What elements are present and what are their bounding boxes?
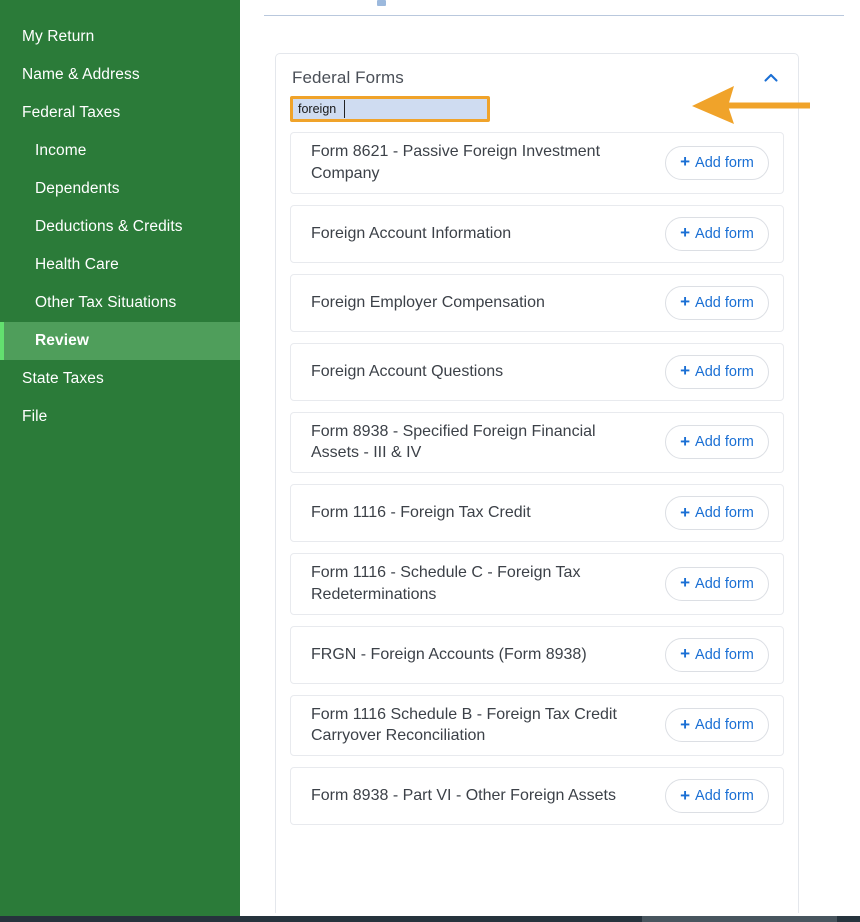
federal-forms-card-header[interactable]: Federal Forms [276, 54, 798, 92]
add-form-button[interactable]: + Add form [665, 145, 769, 180]
form-name: Foreign Account Information [311, 224, 512, 242]
sidebar-item-label: Federal Taxes [22, 104, 121, 121]
search-input[interactable] [290, 96, 490, 122]
form-search-container [290, 96, 782, 122]
add-form-button[interactable]: + Add form [665, 779, 769, 813]
form-name: FRGN - Foreign Accounts (Form 8938) [311, 645, 587, 663]
add-form-button-label: Add form [695, 294, 754, 311]
form-row: Form 1116 - Schedule C - Foreign Tax Red… [290, 553, 784, 615]
sidebar-item-other-tax-situations[interactable]: Other Tax Situations [0, 284, 240, 322]
plus-icon: + [680, 152, 691, 172]
text-caret [344, 100, 345, 118]
sidebar-item-review[interactable]: Review [0, 322, 240, 360]
add-form-button-label: Add form [695, 434, 754, 451]
main-content-area: Federal Forms Form 8621 - Passive Foreig… [240, 0, 860, 916]
add-form-button[interactable]: + Add form [665, 354, 769, 389]
form-row: Form 8621 - Passive Foreign Investment C… [290, 132, 784, 194]
form-row: Form 1116 Schedule B - Foreign Tax Credi… [290, 694, 784, 756]
form-row: FRGN - Foreign Accounts (Form 8938) + Add … [290, 625, 784, 684]
sidebar-item-file[interactable]: File [0, 398, 240, 436]
add-form-button[interactable]: + Add form [665, 216, 769, 251]
plus-icon: + [680, 431, 691, 451]
add-form-button[interactable]: + Add form [665, 637, 769, 672]
sidebar-item-label: Name & Address [22, 66, 140, 83]
add-form-button[interactable]: + Add form [665, 566, 769, 601]
add-form-button[interactable]: + Add form [665, 496, 769, 530]
sidebar-item-federal-taxes[interactable]: Federal Taxes [0, 94, 240, 132]
plus-icon: + [680, 573, 691, 593]
federal-forms-card: Federal Forms Form 8621 - Passive Foreig… [275, 53, 799, 913]
form-name: Foreign Account Questions [311, 362, 504, 380]
add-form-button[interactable]: + Add form [665, 285, 769, 320]
sidebar-item-deductions-credits[interactable]: Deductions & Credits [0, 208, 240, 246]
form-row: Form 8938 - Part VI - Other Foreign Asse… [290, 767, 784, 825]
add-form-button[interactable]: + Add form [665, 425, 769, 460]
page-title: Federal Forms [292, 68, 404, 87]
add-form-button-label: Add form [695, 717, 754, 734]
form-name: Form 1116 - Schedule C - Foreign Tax Red… [311, 564, 581, 603]
sidebar-item-state-taxes[interactable]: State Taxes [0, 360, 240, 398]
plus-icon: + [680, 502, 691, 522]
form-name: Form 8938 - Part VI - Other Foreign Asse… [311, 787, 616, 805]
sidebar-item-label: Health Care [35, 256, 119, 273]
plus-icon: + [680, 361, 691, 380]
add-form-button-label: Add form [695, 225, 754, 242]
form-row: Form 8938 - Specified Foreign Financial … [290, 411, 784, 473]
sidebar-navigation: My Return Name & Address Federal Taxes Inco… [0, 0, 240, 916]
top-divider [264, 15, 844, 16]
plus-icon: + [680, 292, 691, 311]
sidebar-item-label: Other Tax Situations [35, 294, 177, 311]
add-form-button-label: Add form [695, 505, 754, 521]
add-form-button-label: Add form [695, 646, 754, 663]
form-row: Foreign Employer Compensation + Add form [290, 273, 784, 332]
cutoff-top-element [377, 0, 386, 6]
form-name: Form 1116 Schedule B - Foreign Tax Credi… [311, 705, 617, 745]
plus-icon: + [680, 223, 691, 242]
add-form-button-label: Add form [695, 363, 754, 380]
sidebar-item-income[interactable]: Income [0, 132, 240, 170]
tax-software-window: My Return Name & Address Federal Taxes Inco… [0, 0, 860, 922]
plus-icon: + [680, 785, 691, 805]
sidebar-item-label: Dependents [35, 180, 120, 197]
add-form-button-label: Add form [695, 154, 754, 171]
form-name: Form 8938 - Specified Foreign Financial … [311, 422, 596, 462]
plus-icon: + [680, 644, 691, 663]
form-name: Foreign Employer Compensation [311, 293, 545, 311]
sidebar-item-dependents[interactable]: Dependents [0, 170, 240, 208]
add-form-button-label: Add form [695, 575, 754, 592]
sidebar-item-label: Deductions & Credits [35, 218, 183, 235]
form-name: Form 8621 - Passive Foreign Investment C… [311, 143, 601, 182]
chevron-up-icon[interactable] [762, 69, 780, 87]
sidebar-item-label: Income [35, 142, 87, 159]
form-row: Foreign Account Questions + Add form [290, 342, 784, 401]
bottom-status-bar-segment [642, 916, 837, 922]
sidebar-item-health-care[interactable]: Health Care [0, 246, 240, 284]
form-row: Foreign Account Information + Add form [290, 204, 784, 263]
federal-forms-list: Form 8621 - Passive Foreign Investment C… [276, 122, 798, 850]
form-name: Form 1116 - Foreign Tax Credit [311, 504, 531, 522]
add-form-button[interactable]: + Add form [665, 708, 769, 743]
plus-icon: + [680, 714, 691, 734]
sidebar-item-label: File [22, 408, 48, 425]
sidebar-item-name-address[interactable]: Name & Address [0, 56, 240, 94]
add-form-button-label: Add form [695, 788, 754, 804]
bottom-status-bar [0, 916, 860, 922]
form-row: Form 1116 - Foreign Tax Credit + Add form [290, 484, 784, 542]
sidebar-item-label: Review [35, 332, 90, 349]
sidebar-item-my-return[interactable]: My Return [0, 18, 240, 56]
sidebar-item-label: State Taxes [22, 370, 104, 387]
sidebar-item-label: My Return [22, 28, 95, 45]
